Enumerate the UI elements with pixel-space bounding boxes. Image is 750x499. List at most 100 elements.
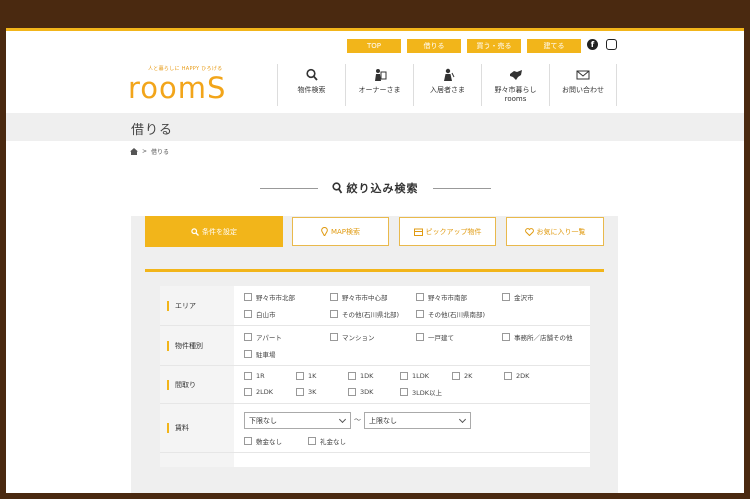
row-label-type: 物件種別 bbox=[160, 326, 234, 365]
top-link-build[interactable]: 建てる bbox=[527, 39, 581, 53]
area-options: 野々市市北部 野々市市中心部 野々市市南部 金沢市 白山市 その他(石川県北部)… bbox=[234, 286, 590, 325]
option-label: 2LDK bbox=[256, 388, 274, 396]
top-link-buy-sell[interactable]: 買う・売る bbox=[467, 39, 521, 53]
option-label: 事務所／店舗その他 bbox=[514, 334, 573, 342]
search-icon bbox=[331, 182, 342, 194]
global-nav: 物件検索 オーナーさま 入居者さま 野々市暮らし rooms お問い合わせ bbox=[277, 64, 617, 106]
checkbox-area-hakusan[interactable]: 白山市 bbox=[244, 309, 330, 319]
breadcrumb-current: 借りる bbox=[151, 149, 170, 156]
checkbox-layout-2dk[interactable]: 2DK bbox=[504, 372, 556, 380]
checkbox-type-office[interactable]: 事務所／店舗その他 bbox=[502, 332, 573, 342]
checkbox-box[interactable] bbox=[244, 388, 252, 396]
checkbox-box[interactable] bbox=[330, 333, 338, 341]
checkbox-area-kanazawa[interactable]: 金沢市 bbox=[502, 292, 534, 302]
form-row-rent: 賃料 下限なし 〜 上限なし 敷金なし 礼金なし bbox=[160, 404, 590, 453]
browser-frame: TOP 借りる 買う・売る 建てる f 人と暮らしに HAPPY ひろげる ro… bbox=[6, 28, 744, 493]
checkbox-area-other-south[interactable]: その他(石川県南部) bbox=[416, 309, 485, 319]
section-title: 絞り込み検索 bbox=[346, 182, 419, 195]
range-separator: 〜 bbox=[354, 416, 361, 424]
option-label: 野々市市中心部 bbox=[342, 294, 388, 302]
checkbox-box[interactable] bbox=[348, 372, 356, 380]
instagram-icon[interactable] bbox=[606, 39, 617, 50]
nav-item-search[interactable]: 物件検索 bbox=[277, 64, 345, 106]
site-logo[interactable]: 人と暮らしに HAPPY ひろげる roomS bbox=[128, 65, 238, 105]
checkbox-layout-2ldk[interactable]: 2LDK bbox=[244, 387, 296, 397]
checkbox-box[interactable] bbox=[244, 372, 252, 380]
checkbox-area-south[interactable]: 野々市市南部 bbox=[416, 292, 502, 302]
tab-pickup[interactable]: ピックアップ物件 bbox=[399, 217, 496, 246]
select-value: 下限なし bbox=[249, 416, 277, 425]
tab-favorites[interactable]: お気に入り一覧 bbox=[506, 217, 604, 246]
logo-word: roomS bbox=[128, 71, 227, 105]
tab-conditions[interactable]: 条件を設定 bbox=[145, 216, 283, 247]
heading-rule-left bbox=[259, 187, 318, 189]
checkbox-area-north[interactable]: 野々市市北部 bbox=[244, 292, 330, 302]
checkbox-layout-3dk[interactable]: 3DK bbox=[348, 387, 400, 397]
checkbox-type-apartment[interactable]: アパート bbox=[244, 332, 330, 342]
checkbox-box[interactable] bbox=[504, 372, 512, 380]
checkbox-type-parking[interactable]: 駐車場 bbox=[244, 349, 330, 359]
checkbox-box[interactable] bbox=[348, 388, 356, 396]
layout-options: 1R 1K 1DK 1LDK 2K 2DK 2LDK 3K 3DK 3LDK以上 bbox=[234, 366, 590, 403]
nav-item-contact[interactable]: お問い合わせ bbox=[549, 64, 617, 106]
nav-item-nonoichi[interactable]: 野々市暮らし rooms bbox=[481, 64, 549, 106]
checkbox-box[interactable] bbox=[416, 333, 424, 341]
heading-rule-right bbox=[432, 187, 491, 189]
checkbox-box[interactable] bbox=[330, 293, 338, 301]
checkbox-box[interactable] bbox=[416, 293, 424, 301]
tab-label: 条件を設定 bbox=[202, 227, 237, 236]
option-label: その他(石川県南部) bbox=[428, 311, 486, 319]
facebook-icon[interactable]: f bbox=[587, 39, 598, 50]
checkbox-box[interactable] bbox=[400, 372, 408, 380]
checkbox-type-mansion[interactable]: マンション bbox=[330, 332, 416, 342]
map-icon bbox=[509, 70, 522, 80]
checkbox-box[interactable] bbox=[244, 310, 252, 318]
checkbox-box[interactable] bbox=[502, 333, 510, 341]
checkbox-area-other-north[interactable]: その他(石川県北部) bbox=[330, 309, 416, 319]
top-link-rent[interactable]: 借りる bbox=[407, 39, 461, 53]
checkbox-box[interactable] bbox=[296, 372, 304, 380]
checkbox-box[interactable] bbox=[244, 350, 252, 358]
checkbox-box[interactable] bbox=[244, 293, 252, 301]
checkbox-layout-1k[interactable]: 1K bbox=[296, 372, 348, 380]
checkbox-layout-2k[interactable]: 2K bbox=[452, 372, 504, 380]
chevron-down-icon bbox=[338, 415, 347, 424]
option-label: 1K bbox=[308, 372, 317, 380]
nav-item-owner[interactable]: オーナーさま bbox=[345, 64, 413, 106]
checkbox-box[interactable] bbox=[416, 310, 424, 318]
home-icon[interactable] bbox=[130, 148, 138, 155]
checkbox-box[interactable] bbox=[330, 310, 338, 318]
checkbox-type-house[interactable]: 一戸建て bbox=[416, 332, 502, 342]
checkbox-layout-3k[interactable]: 3K bbox=[296, 387, 348, 397]
checkbox-layout-3ldk-plus[interactable]: 3LDK以上 bbox=[400, 387, 442, 397]
checkbox-layout-1ldk[interactable]: 1LDK bbox=[400, 372, 452, 380]
rent-max-select[interactable]: 上限なし bbox=[364, 412, 471, 429]
form-row-area: エリア 野々市市北部 野々市市中心部 野々市市南部 金沢市 白山市 その他(石川… bbox=[160, 286, 590, 326]
tab-map[interactable]: MAP検索 bbox=[292, 217, 389, 246]
label-text: 間取り bbox=[175, 380, 196, 389]
checkbox-area-center[interactable]: 野々市市中心部 bbox=[330, 292, 416, 302]
top-links: TOP 借りる 買う・売る 建てる bbox=[347, 39, 581, 53]
checkbox-box[interactable] bbox=[244, 437, 252, 445]
rent-min-select[interactable]: 下限なし bbox=[244, 412, 351, 429]
tab-label: お気に入り一覧 bbox=[536, 227, 586, 236]
page-title: 借りる bbox=[131, 123, 174, 138]
checkbox-box[interactable] bbox=[296, 388, 304, 396]
checkbox-box[interactable] bbox=[308, 437, 316, 445]
checkbox-box[interactable] bbox=[400, 388, 408, 396]
top-link-top[interactable]: TOP bbox=[347, 39, 401, 53]
option-label: 1DK bbox=[360, 372, 374, 380]
chevron-down-icon bbox=[458, 415, 467, 424]
nav-item-resident[interactable]: 入居者さま bbox=[413, 64, 481, 106]
checkbox-layout-1r[interactable]: 1R bbox=[244, 372, 296, 380]
checkbox-no-deposit[interactable]: 敷金なし bbox=[244, 436, 308, 446]
checkbox-box[interactable] bbox=[244, 333, 252, 341]
section-heading: 絞り込み検索 bbox=[6, 180, 744, 196]
breadcrumb: > 借りる bbox=[130, 147, 169, 156]
rent-options: 下限なし 〜 上限なし 敷金なし 礼金なし bbox=[234, 404, 590, 452]
checkbox-no-key-money[interactable]: 礼金なし bbox=[308, 436, 346, 446]
checkbox-box[interactable] bbox=[452, 372, 460, 380]
checkbox-layout-1dk[interactable]: 1DK bbox=[348, 372, 400, 380]
heading-text-wrap: 絞り込み検索 bbox=[331, 180, 419, 196]
checkbox-box[interactable] bbox=[502, 293, 510, 301]
